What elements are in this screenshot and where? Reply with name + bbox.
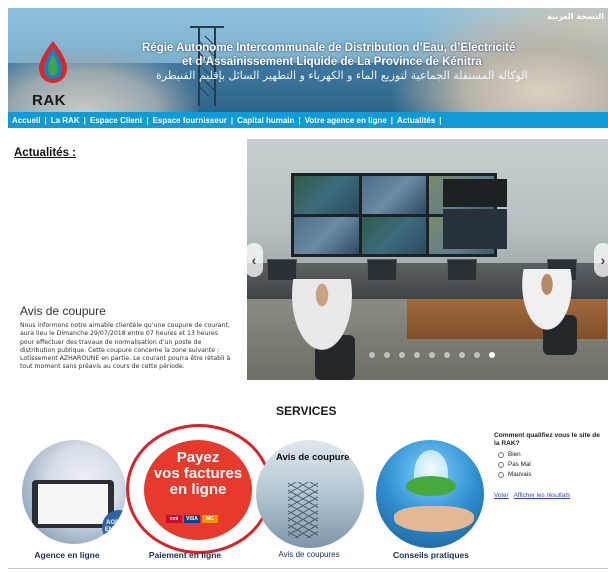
visa-card-icon: VISA (184, 515, 200, 523)
slider-dot[interactable] (414, 352, 420, 358)
vote-link[interactable]: Voter (494, 492, 509, 499)
radio-button[interactable] (498, 451, 504, 458)
nav-item-accueil[interactable]: Accueil (12, 116, 40, 125)
poll-option-pas-mal[interactable]: Pas Mal (498, 461, 606, 468)
site-title-line2: et d’Assainissement Liquide de La Provin… (182, 56, 482, 68)
logo-text: RAK (32, 92, 66, 109)
news-headline[interactable]: Avis de coupure (20, 304, 106, 318)
slider-dot[interactable] (474, 352, 480, 358)
video-screen (361, 216, 427, 254)
nav-separator: | (390, 115, 394, 125)
arabic-version-link[interactable]: النسخة العربية (547, 12, 604, 21)
service-image-agence[interactable]: AGENCE EN LIGNE (22, 440, 126, 544)
video-screen (361, 176, 427, 214)
side-screen (443, 209, 507, 249)
service-image-conseils[interactable] (376, 440, 484, 548)
slider-dot[interactable] (444, 352, 450, 358)
video-screen (294, 176, 359, 214)
laptop-screen (38, 484, 108, 524)
site-poll: Comment qualifiez vous le site de la RAK… (494, 432, 606, 499)
mastercard-icon: MC (202, 515, 218, 523)
header-banner: RAK النسخة العربية Régie Autonome Interc… (8, 8, 608, 112)
cmi-card-icon: cmi (166, 515, 182, 523)
pay-bills-promo-text[interactable]: Payez vos factures en ligne (148, 450, 248, 498)
poll-option-label: Bien (508, 451, 521, 458)
service-label-paiement[interactable]: Paiement en ligne (126, 550, 244, 560)
promo-line2: vos factures (153, 465, 243, 482)
promo-line1: Payez (176, 449, 220, 466)
coupure-caption: Avis de coupure (276, 452, 350, 463)
service-paiement-en-ligne[interactable]: Payez vos factures en ligne cmi VISA MC … (126, 424, 272, 560)
slider-dot[interactable] (399, 352, 405, 358)
site-title-line1: Régie Autonome Intercommunale de Distrib… (142, 42, 516, 54)
slider-next-arrow-icon[interactable]: › (594, 243, 608, 277)
nav-separator: | (83, 115, 86, 125)
nav-separator: | (230, 115, 234, 125)
slider-pagination (369, 352, 495, 358)
wooden-desk (407, 299, 607, 339)
news-body-text: Nous informons notre aimable clientèle q… (20, 322, 231, 371)
operator-figure (517, 269, 577, 339)
plant-icon (406, 476, 456, 496)
show-results-link[interactable]: Afficher les résultats (514, 492, 571, 499)
desk-monitor (367, 259, 397, 281)
nav-item-espace-client[interactable]: Espace Client (90, 116, 142, 125)
rak-logo[interactable]: RAK (24, 34, 80, 112)
slider-dot[interactable] (369, 352, 375, 358)
slider-prev-arrow-icon[interactable]: ‹ (247, 243, 263, 277)
hand-icon (394, 506, 474, 532)
video-screen (294, 216, 359, 254)
nav-item-la-rak[interactable]: La RAK (51, 116, 80, 125)
water-drop-logo-icon (39, 41, 67, 83)
poll-option-label: Mauvais (508, 471, 532, 478)
service-label-conseils[interactable]: Conseils pratiques (372, 550, 490, 560)
main-navigation: Accueil | La RAK | Espace Client | Espac… (8, 112, 608, 128)
nav-item-capital-humain[interactable]: Capital humain (237, 116, 294, 125)
image-slider[interactable]: ‹ › (247, 139, 608, 380)
footer-divider (8, 568, 608, 569)
slider-dot[interactable] (459, 352, 465, 358)
poll-links: Voter Afficher les résultats (494, 492, 606, 499)
slider-dot[interactable] (384, 352, 390, 358)
news-section-title: Actualités : (14, 147, 76, 159)
payment-cards: cmi VISA MC (166, 515, 218, 523)
nav-item-espace-fournisseur[interactable]: Espace fournisseur (153, 116, 227, 125)
service-label-coupures[interactable]: Avis de coupures (250, 550, 368, 559)
desk-monitor (267, 259, 297, 281)
nav-separator: | (439, 115, 442, 125)
nav-separator: | (298, 115, 301, 125)
service-image-coupure[interactable]: Avis de coupure (256, 440, 364, 548)
nav-item-actualites[interactable]: Actualités (397, 116, 435, 125)
service-avis-de-coupures[interactable]: Avis de coupure Avis de coupures (250, 440, 368, 560)
slider-dot[interactable] (429, 352, 435, 358)
radio-button[interactable] (498, 461, 504, 468)
slider-dot[interactable] (489, 352, 495, 358)
service-label-agence[interactable]: Agence en ligne (8, 550, 126, 560)
nav-separator: | (44, 115, 47, 125)
services-title: SERVICES (276, 404, 337, 418)
side-screen (443, 179, 507, 207)
pylon-icon (288, 482, 318, 538)
agence-en-ligne-badge: AGENCE EN LIGNE (102, 510, 126, 544)
poll-option-bien[interactable]: Bien (498, 451, 606, 458)
promo-line3: en ligne (169, 481, 227, 498)
radio-button[interactable] (498, 471, 504, 478)
poll-option-mauvais[interactable]: Mauvais (498, 471, 606, 478)
desk-monitor (447, 259, 477, 281)
poll-option-label: Pas Mal (508, 461, 531, 468)
service-conseils-pratiques[interactable]: Conseils pratiques (372, 440, 490, 560)
nav-item-agence-en-ligne[interactable]: Votre agence en ligne (305, 116, 387, 125)
service-agence-en-ligne[interactable]: AGENCE EN LIGNE Agence en ligne (8, 440, 126, 560)
site-title-arabic: الوكالة المستقلة الجماعية لتوزيع الماء و… (156, 69, 528, 82)
nav-separator: | (146, 115, 149, 125)
poll-question: Comment qualifiez vous le site de la RAK… (494, 432, 600, 447)
operator-figure (287, 279, 357, 359)
